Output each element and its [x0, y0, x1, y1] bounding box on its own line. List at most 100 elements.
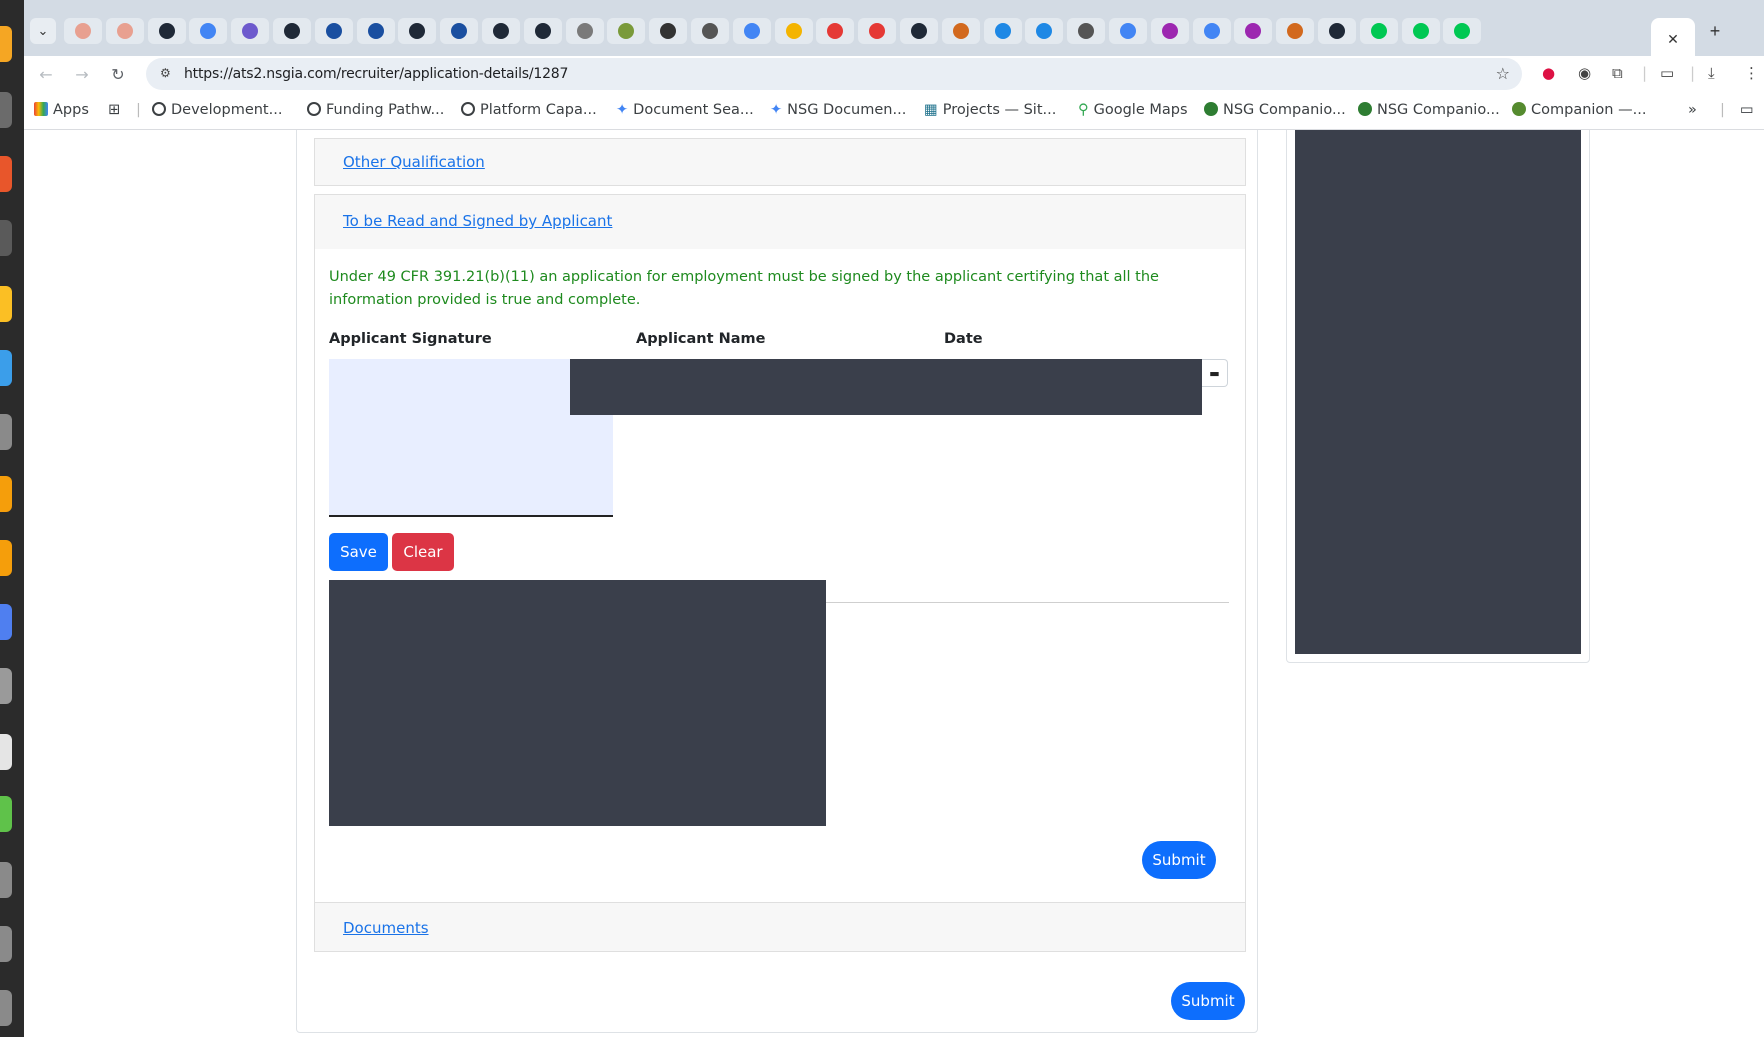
dock-app-icon[interactable] — [0, 92, 12, 128]
dock-app-icon[interactable] — [0, 990, 12, 1026]
browser-tab[interactable] — [1109, 18, 1147, 44]
browser-tab[interactable] — [816, 18, 855, 44]
bookmark-item[interactable]: NSG Companio... — [1204, 102, 1346, 118]
bookmark-item[interactable]: Funding Pathw... — [307, 102, 444, 118]
extension-color-icon[interactable]: ● — [1542, 64, 1555, 82]
bookmark-item[interactable]: Development... — [152, 102, 282, 118]
accordion-link-documents[interactable]: Documents — [343, 919, 429, 937]
dock-app-icon[interactable] — [0, 220, 12, 256]
browser-tab[interactable] — [1401, 18, 1440, 44]
browser-tab[interactable] — [231, 18, 270, 44]
folder-icon[interactable]: ▭ — [1740, 102, 1754, 118]
bookmark-item[interactable]: ✦ Document Sea... — [616, 102, 754, 118]
browser-tab[interactable] — [105, 18, 144, 44]
bookmark-item[interactable]: ▦ Projects — Sit... — [924, 102, 1056, 118]
browser-tab[interactable] — [941, 18, 980, 44]
submit-application-button[interactable]: Submit — [1171, 982, 1245, 1020]
accordion-other-qualification[interactable]: Other Qualification — [314, 138, 1246, 186]
accordion-link-other-qualification[interactable]: Other Qualification — [343, 153, 485, 171]
tab-groups-icon[interactable]: ⊞ — [108, 102, 120, 118]
dock-app-icon[interactable] — [0, 26, 12, 62]
submit-signature-button[interactable]: Submit — [1142, 841, 1216, 879]
reload-button[interactable]: ↻ — [106, 62, 130, 86]
browser-tab[interactable] — [900, 18, 938, 44]
new-tab-button[interactable]: + — [1702, 18, 1728, 44]
clear-signature-button[interactable]: Clear — [392, 533, 454, 571]
browser-tab[interactable] — [607, 18, 646, 44]
download-icon[interactable]: ⤓ — [1708, 64, 1715, 82]
browser-tab[interactable] — [649, 18, 688, 44]
bookmark-item[interactable]: ✦ NSG Documen... — [770, 102, 906, 118]
browser-tab[interactable] — [732, 18, 771, 44]
tab-favicon-icon — [911, 23, 927, 39]
date-picker-button[interactable]: ▬ — [1202, 359, 1228, 387]
browser-tab[interactable] — [523, 18, 562, 44]
save-signature-button[interactable]: Save — [329, 533, 388, 571]
tab-favicon-icon — [1412, 23, 1429, 39]
accordion-documents[interactable]: Documents — [314, 902, 1246, 952]
browser-tab[interactable] — [356, 18, 395, 44]
address-bar[interactable]: ⚙ https://ats2.nsgia.com/recruiter/appli… — [146, 58, 1522, 90]
bookmark-label: Projects — Sit... — [942, 102, 1057, 118]
browser-tab[interactable] — [482, 18, 520, 44]
browser-tab[interactable] — [1318, 18, 1356, 44]
browser-tab[interactable] — [774, 18, 813, 44]
reading-list-icon[interactable]: ▭ — [1660, 64, 1674, 82]
browser-tab[interactable] — [1150, 18, 1189, 44]
browser-tab[interactable] — [273, 18, 311, 44]
browser-tab[interactable] — [64, 18, 102, 44]
bookmark-star-icon[interactable]: ☆ — [1496, 64, 1510, 83]
browser-tab[interactable] — [189, 18, 228, 44]
bookmark-label: Google Maps — [1093, 102, 1188, 118]
tab-favicon-icon — [576, 23, 593, 39]
tab-favicon-icon — [284, 23, 300, 39]
browser-tab[interactable] — [691, 18, 729, 44]
dock-app-icon[interactable] — [0, 540, 12, 576]
extension-shield-icon[interactable]: ◉ — [1578, 64, 1591, 82]
dock-app-icon[interactable] — [0, 668, 12, 704]
browser-tab[interactable] — [398, 18, 437, 44]
browser-tab[interactable] — [440, 18, 479, 44]
accordion-link-to-be-read[interactable]: To be Read and Signed by Applicant — [343, 212, 612, 230]
bookmark-item[interactable]: Platform Capa... — [461, 102, 597, 118]
bookmark-item[interactable]: ⚲ Google Maps — [1078, 102, 1188, 118]
url-text[interactable]: https://ats2.nsgia.com/recruiter/applica… — [184, 66, 568, 82]
browser-tab[interactable] — [858, 18, 897, 44]
browser-tab[interactable] — [1359, 18, 1398, 44]
browser-tab[interactable] — [1192, 18, 1231, 44]
browser-tab[interactable] — [1276, 18, 1315, 44]
column-header-name: Applicant Name — [636, 331, 766, 347]
browser-tab[interactable] — [1234, 18, 1273, 44]
bookmark-label: Apps — [53, 102, 89, 118]
bookmarks-overflow-button[interactable]: » — [1688, 102, 1697, 118]
bookmark-apps[interactable]: Apps — [34, 102, 89, 118]
browser-tab[interactable] — [565, 18, 604, 44]
browser-tab[interactable] — [147, 18, 186, 44]
browser-tab[interactable] — [1025, 18, 1064, 44]
dock-app-icon[interactable] — [0, 926, 12, 962]
dock-app-icon[interactable] — [0, 796, 12, 832]
tab-search-button[interactable]: ⌄ — [30, 18, 56, 44]
extensions-puzzle-icon[interactable]: ⧉ — [1612, 64, 1623, 82]
browser-tab[interactable] — [1443, 18, 1482, 44]
browser-tab[interactable] — [314, 18, 353, 44]
dock-app-icon[interactable] — [0, 862, 12, 898]
menu-kebab-icon[interactable]: ⋮ — [1744, 64, 1759, 82]
bookmark-item[interactable]: NSG Companio... — [1358, 102, 1500, 118]
dock-app-icon[interactable] — [0, 286, 12, 322]
dock-app-icon[interactable] — [0, 156, 12, 192]
close-icon[interactable]: ✕ — [1667, 32, 1679, 48]
dock-app-icon[interactable] — [0, 476, 12, 512]
dock-app-icon[interactable] — [0, 734, 12, 770]
bookmark-item[interactable]: Companion —... — [1512, 102, 1646, 118]
forward-button[interactable]: → — [70, 62, 94, 86]
site-info-icon[interactable]: ⚙ — [160, 66, 171, 80]
dock-app-icon[interactable] — [0, 414, 12, 450]
browser-tab[interactable] — [1067, 18, 1106, 44]
dock-app-icon[interactable] — [0, 604, 12, 640]
accordion-to-be-read[interactable]: To be Read and Signed by Applicant — [314, 194, 1246, 250]
back-button[interactable]: ← — [34, 62, 58, 86]
dock-app-icon[interactable] — [0, 350, 12, 386]
browser-tab[interactable] — [983, 18, 1022, 44]
tab-favicon-icon — [702, 23, 718, 39]
